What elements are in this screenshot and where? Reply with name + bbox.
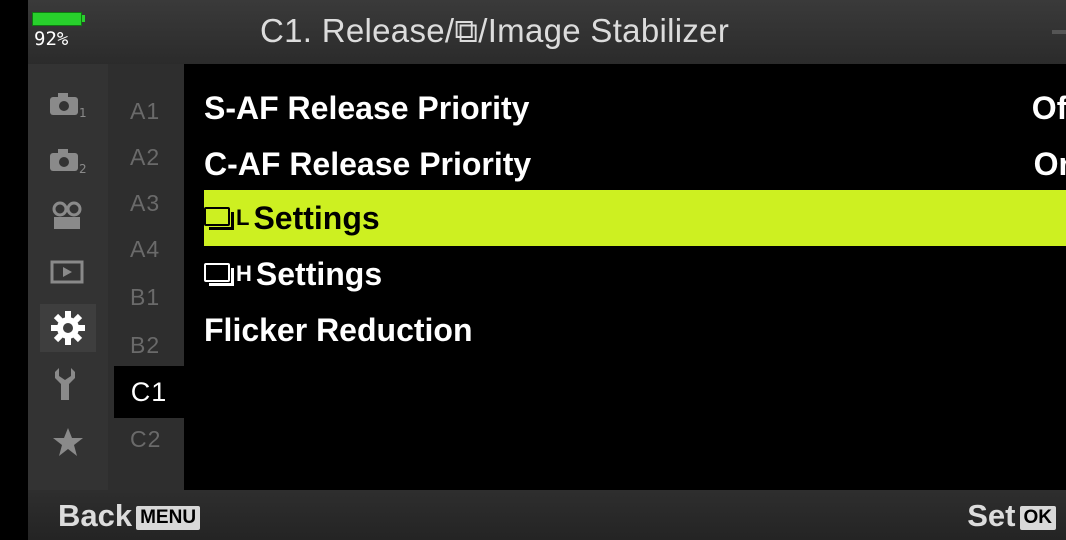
camera-2-icon[interactable]: 2 xyxy=(40,136,96,184)
menu-item-label-group: H Settings xyxy=(204,256,382,293)
star-icon[interactable] xyxy=(40,418,96,466)
battery-tip xyxy=(82,15,85,22)
ok-key-badge: OK xyxy=(1019,505,1056,530)
back-label: Back xyxy=(58,498,133,533)
tab-c1[interactable]: C1 xyxy=(114,366,184,418)
menu-list: S-AF Release Priority Off C-AF Release P… xyxy=(184,64,1066,490)
sequential-l-suffix: L xyxy=(236,205,250,230)
sequential-shooting-icon xyxy=(204,207,234,230)
tab-a2[interactable]: A2 xyxy=(130,144,160,171)
tab-a1[interactable]: A1 xyxy=(130,98,160,125)
bottom-bar: Back MENU Set OK xyxy=(28,490,1066,540)
tab-a3[interactable]: A3 xyxy=(130,190,160,217)
scroll-hint-icon xyxy=(1052,30,1066,34)
category-icons: 1 2 xyxy=(28,64,108,490)
menu-item-label: Settings xyxy=(255,255,383,292)
gear-icon[interactable] xyxy=(40,304,96,352)
playback-icon[interactable] xyxy=(40,248,96,296)
submenu-tabs: A1 A2 A3 A4 B1 B2 C1 C2 xyxy=(108,64,184,490)
menu-item-label: C-AF Release Priority xyxy=(204,145,532,182)
set-button[interactable]: Set OK xyxy=(967,498,1056,534)
video-icon[interactable] xyxy=(40,192,96,240)
back-button[interactable]: Back MENU xyxy=(58,498,201,534)
tab-b2[interactable]: B2 xyxy=(130,332,160,359)
sequential-shooting-icon xyxy=(204,263,234,286)
menu-item-sequential-l-settings[interactable]: L Settings xyxy=(204,190,1066,246)
menu-item-sequential-h-settings[interactable]: H Settings xyxy=(204,246,1066,302)
battery-percent: 92% xyxy=(34,28,69,50)
svg-text:1: 1 xyxy=(79,106,87,119)
title-bar: 92% C1. Release/⧉/Image Stabilizer xyxy=(28,0,1066,64)
menu-item-s-af-release-priority[interactable]: S-AF Release Priority Off xyxy=(204,80,1066,136)
wrench-icon[interactable] xyxy=(40,360,96,408)
menu-item-label: Settings xyxy=(253,199,380,236)
menu-item-label: S-AF Release Priority xyxy=(204,89,530,126)
menu-item-value: On xyxy=(1033,145,1066,182)
menu-item-c-af-release-priority[interactable]: C-AF Release Priority On xyxy=(204,136,1066,192)
sidebar: 1 2 A1 A2 A3 A4 B1 B2 C1 C2 xyxy=(28,64,184,490)
page-title: C1. Release/⧉/Image Stabilizer xyxy=(260,12,730,49)
menu-item-label-group: L Settings xyxy=(204,200,380,237)
battery-indicator: 92% xyxy=(32,12,85,50)
menu-item-flicker-reduction[interactable]: Flicker Reduction xyxy=(204,302,1066,358)
menu-item-value: Off xyxy=(1031,89,1066,126)
menu-key-badge: MENU xyxy=(136,505,201,530)
set-label: Set xyxy=(967,498,1016,533)
battery-icon xyxy=(32,12,82,26)
svg-text:2: 2 xyxy=(79,162,87,175)
camera-1-icon[interactable]: 1 xyxy=(40,80,96,128)
tab-b1[interactable]: B1 xyxy=(130,284,160,311)
menu-item-label: Flicker Reduction xyxy=(204,311,473,348)
tab-c2[interactable]: C2 xyxy=(130,426,161,453)
sequential-h-suffix: H xyxy=(236,261,252,286)
tab-a4[interactable]: A4 xyxy=(130,236,160,263)
